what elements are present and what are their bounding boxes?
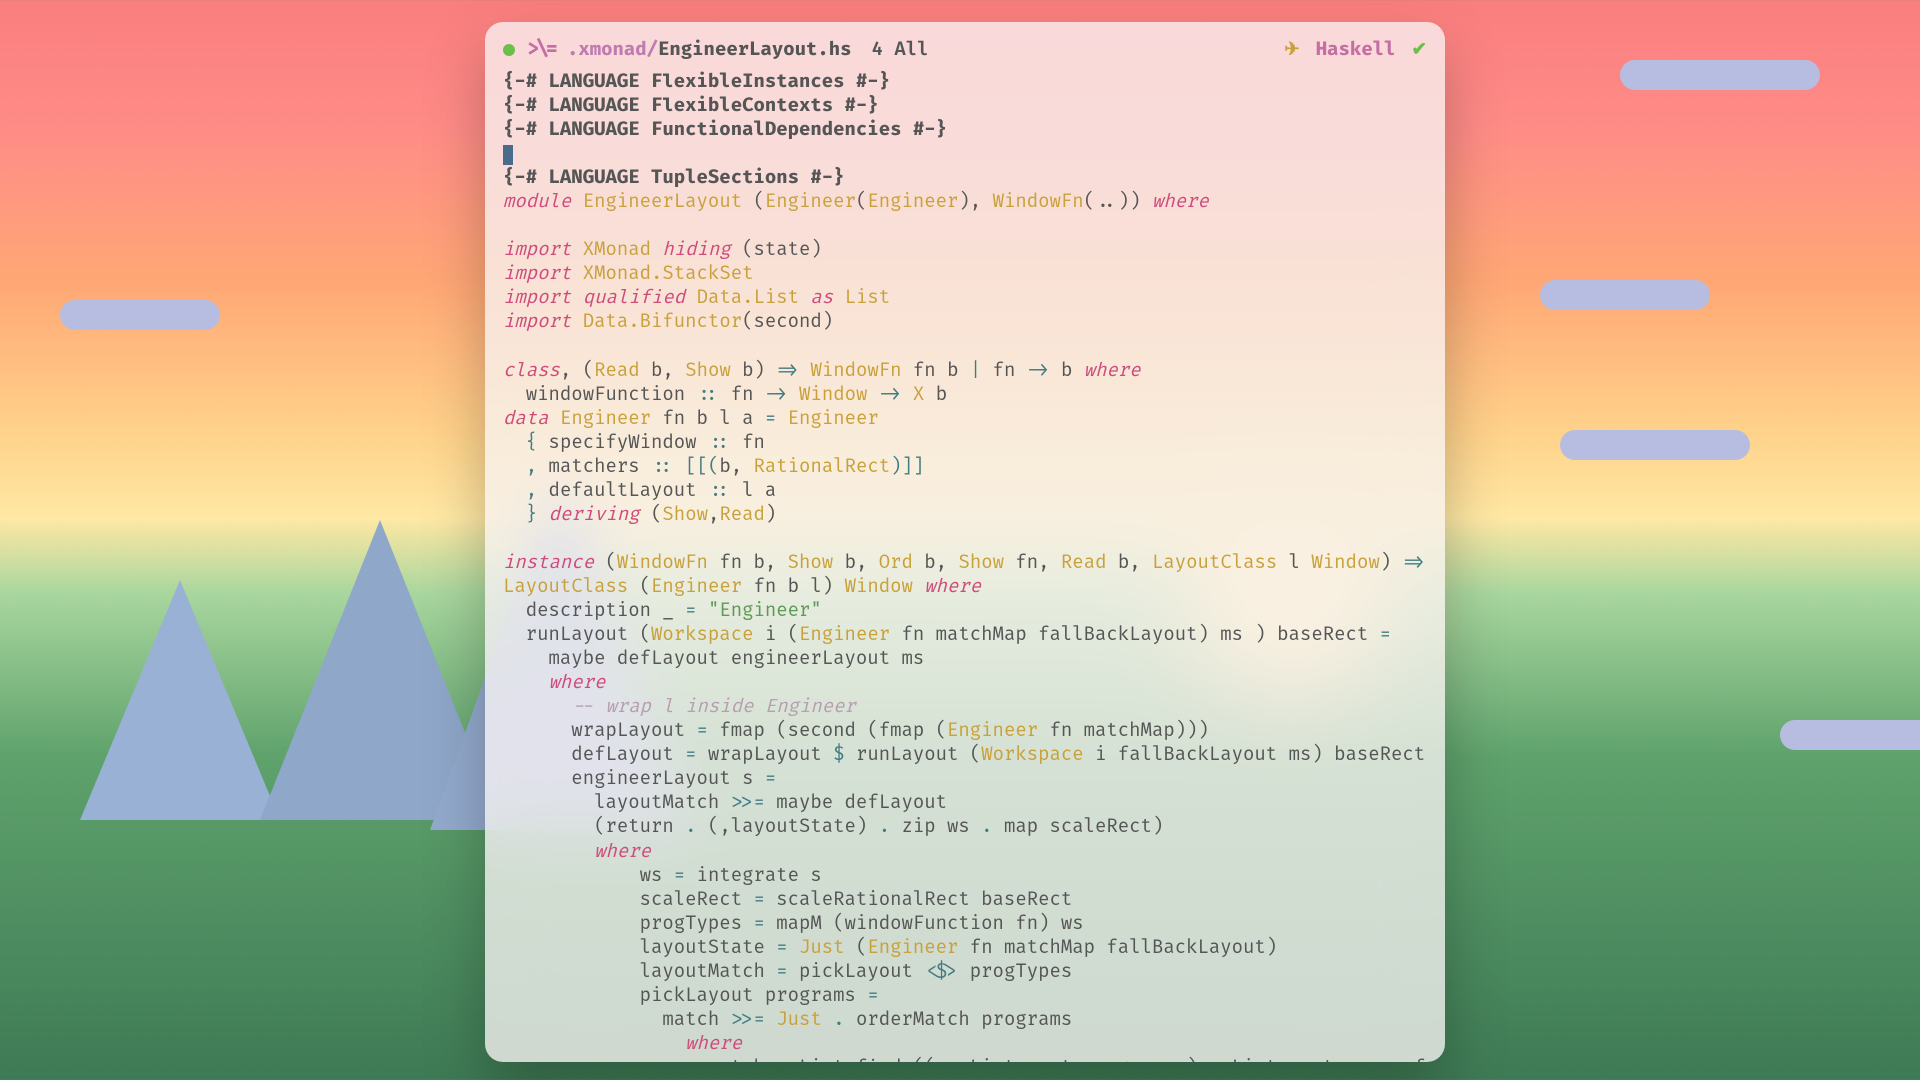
- cursor: [503, 145, 513, 165]
- file-path: .xmonad/EngineerLayout.hs: [567, 38, 852, 62]
- cursor-position: 4 All: [872, 38, 929, 62]
- bg-cloud: [60, 300, 220, 330]
- haskell-logo-icon: >\=: [527, 37, 555, 63]
- modified-dot-icon: [503, 44, 515, 56]
- bg-cloud: [1780, 720, 1920, 750]
- bg-mountain: [260, 520, 500, 820]
- bg-mountain: [80, 580, 280, 820]
- file-path-name: EngineerLayout.hs: [658, 38, 852, 61]
- editor-statusline: >\= .xmonad/EngineerLayout.hs 4 All ✈ Ha…: [503, 36, 1427, 64]
- bg-cloud: [1560, 430, 1750, 460]
- diagnostics-ok-icon: ✔: [1411, 38, 1427, 62]
- code-area[interactable]: {-# LANGUAGE FlexibleInstances #-} {-# L…: [503, 70, 1427, 1062]
- bg-cloud: [1620, 60, 1820, 90]
- lsp-status-icon: ✈: [1284, 38, 1300, 62]
- file-path-dir: .xmonad/: [567, 38, 658, 61]
- editor-window: >\= .xmonad/EngineerLayout.hs 4 All ✈ Ha…: [485, 22, 1445, 1062]
- language-label: Haskell: [1316, 38, 1396, 62]
- bg-cloud: [1540, 280, 1710, 310]
